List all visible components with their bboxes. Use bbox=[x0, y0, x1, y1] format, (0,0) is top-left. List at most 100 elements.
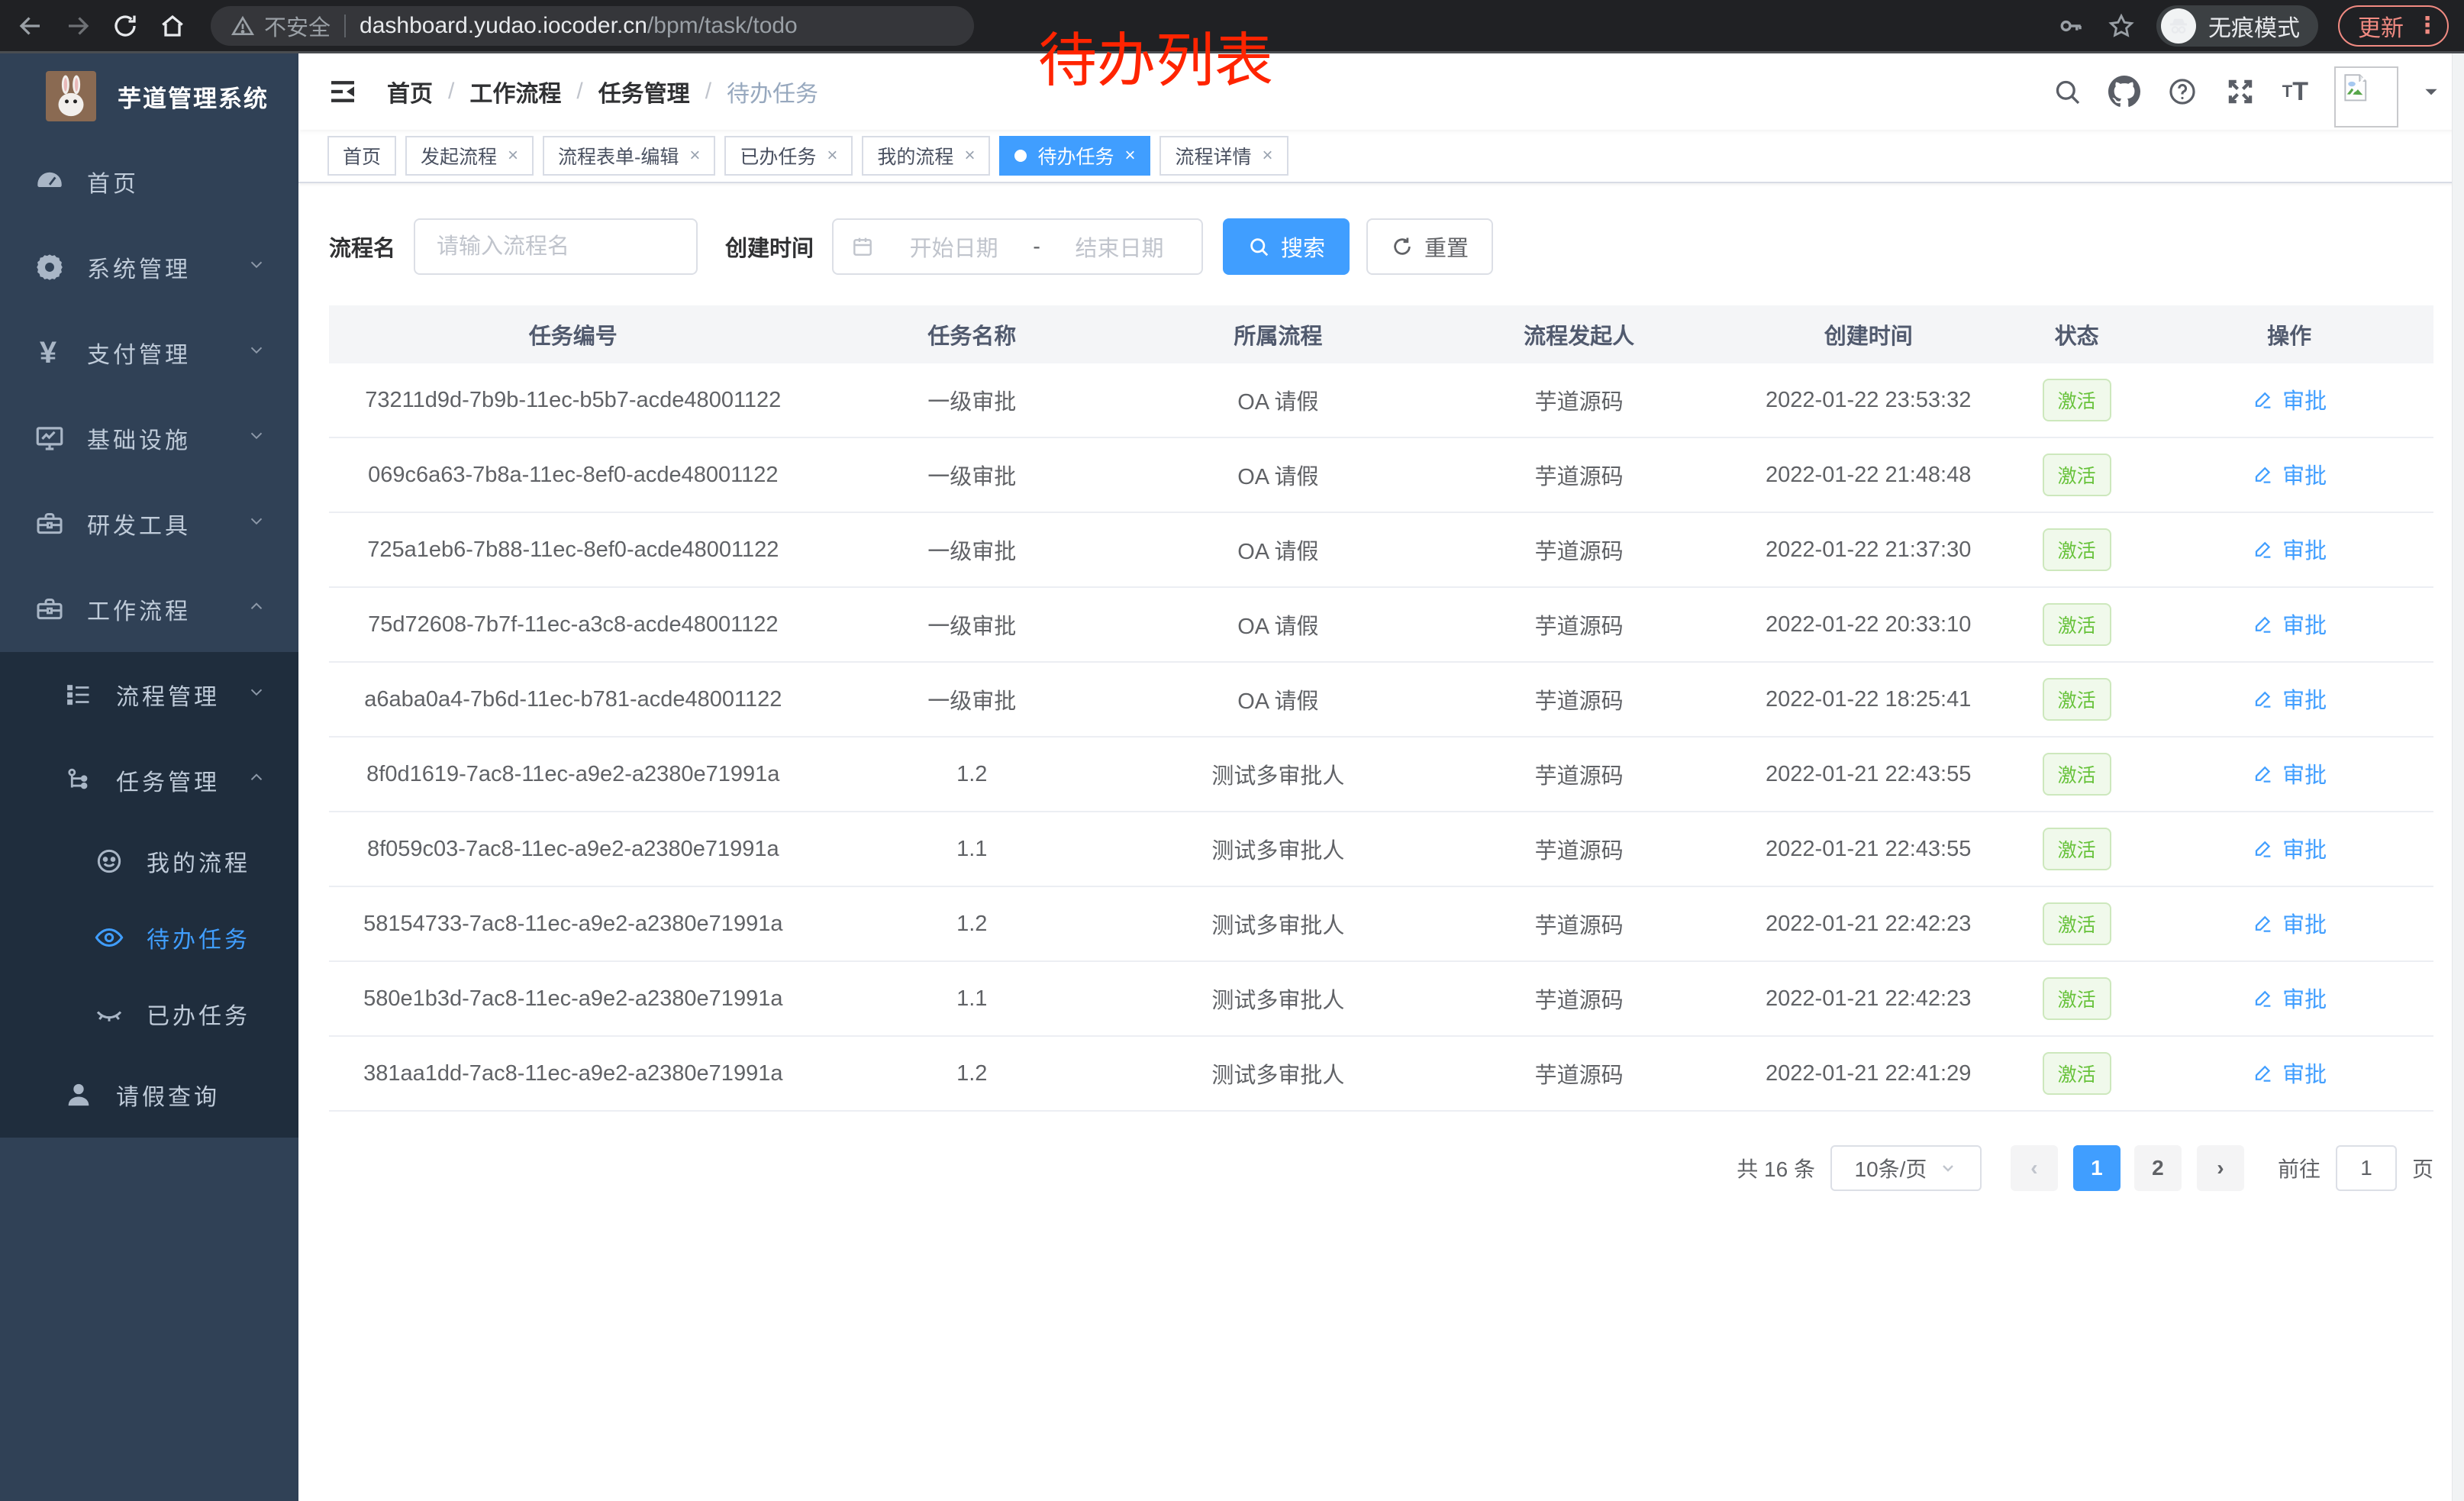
tab-close-icon[interactable]: × bbox=[1124, 145, 1135, 166]
total-count: 共 16 条 bbox=[1737, 1153, 1815, 1183]
approve-link[interactable]: 审批 bbox=[2252, 383, 2327, 415]
cell-task-id: 73211d9d-7b9b-11ec-b5b7-acde48001122 bbox=[329, 388, 818, 413]
table-row-3: 75d72608-7b7f-11ec-a3c8-acde48001122一级审批… bbox=[329, 588, 2433, 663]
approve-link[interactable]: 审批 bbox=[2252, 1057, 2327, 1089]
breadcrumb-item-2[interactable]: 任务管理 bbox=[598, 75, 690, 108]
cell-task-name: 1.1 bbox=[818, 986, 1127, 1012]
search-button[interactable]: 搜索 bbox=[1223, 218, 1350, 275]
approve-link[interactable]: 审批 bbox=[2252, 982, 2327, 1014]
not-secure-warning-icon[interactable] bbox=[231, 14, 255, 38]
sidebar-item-10[interactable]: 已办任务 bbox=[0, 976, 298, 1052]
tab-close-icon[interactable]: × bbox=[1263, 145, 1273, 166]
cell-task-name: 一级审批 bbox=[818, 534, 1127, 566]
sidebar-item-8[interactable]: 我的流程 bbox=[0, 823, 298, 899]
browser-menu-icon[interactable]: ⋮ bbox=[2416, 12, 2440, 39]
sidebar-item-1[interactable]: 系统管理 bbox=[0, 224, 298, 310]
breadcrumb-item-1[interactable]: 工作流程 bbox=[469, 75, 561, 108]
approve-link-label: 审批 bbox=[2282, 832, 2327, 864]
sidebar-item-7[interactable]: 任务管理 bbox=[0, 738, 298, 823]
tab-close-icon[interactable]: × bbox=[964, 145, 975, 166]
tab-6[interactable]: 流程详情 × bbox=[1159, 136, 1288, 176]
sidebar-item-6[interactable]: 流程管理 bbox=[0, 652, 298, 738]
cell-process: OA 请假 bbox=[1127, 384, 1430, 416]
avatar[interactable] bbox=[2334, 66, 2398, 128]
github-icon[interactable] bbox=[2108, 76, 2140, 108]
cell-process: OA 请假 bbox=[1127, 683, 1430, 715]
sidebar-item-0[interactable]: 首页 bbox=[0, 139, 298, 224]
forward-icon[interactable] bbox=[63, 11, 93, 41]
table-header-row: 任务编号任务名称所属流程流程发起人创建时间状态操作 bbox=[329, 305, 2433, 363]
breadcrumb-item-0[interactable]: 首页 bbox=[387, 75, 433, 108]
approve-link[interactable]: 审批 bbox=[2252, 683, 2327, 715]
start-date-placeholder: 开始日期 bbox=[889, 231, 1019, 263]
fullscreen-icon[interactable] bbox=[2224, 76, 2256, 108]
text-size-icon[interactable]: TT bbox=[2282, 79, 2308, 105]
approve-link[interactable]: 审批 bbox=[2252, 907, 2327, 939]
tab-1[interactable]: 发起流程× bbox=[405, 136, 534, 176]
caret-down-icon[interactable] bbox=[2421, 82, 2441, 102]
page-button-2[interactable]: 2 bbox=[2134, 1145, 2182, 1191]
reset-button[interactable]: 重置 bbox=[1366, 218, 1493, 275]
sidebar-item-4[interactable]: 研发工具 bbox=[0, 481, 298, 567]
tab-5[interactable]: 待办任务× bbox=[999, 136, 1150, 176]
approve-link[interactable]: 审批 bbox=[2252, 608, 2327, 640]
browser-scrollbar[interactable] bbox=[2452, 53, 2464, 1501]
logo-row[interactable]: 芋道管理系统 bbox=[0, 53, 298, 139]
page-buttons: 12 bbox=[2073, 1145, 2182, 1191]
page-size-select[interactable]: 10条/页 bbox=[1830, 1145, 1982, 1191]
process-name-input[interactable] bbox=[414, 218, 698, 275]
task-table: 任务编号任务名称所属流程流程发起人创建时间状态操作 73211d9d-7b9b-… bbox=[329, 305, 2433, 1112]
update-button[interactable]: 更新 ⋮ bbox=[2338, 5, 2449, 47]
url-host[interactable]: dashboard.yudao.iocoder.cn bbox=[360, 13, 647, 39]
back-icon[interactable] bbox=[15, 11, 46, 41]
sidebar-item-2[interactable]: ¥支付管理 bbox=[0, 310, 298, 395]
sidebar-item-9[interactable]: 待办任务 bbox=[0, 899, 298, 976]
tab-4[interactable]: 我的流程× bbox=[862, 136, 990, 176]
chevron-down-icon bbox=[247, 425, 266, 451]
cell-status: 激活 bbox=[2008, 1052, 2145, 1095]
cell-process: 测试多审批人 bbox=[1127, 983, 1430, 1015]
tab-2[interactable]: 流程表单-编辑 × bbox=[543, 136, 715, 176]
approve-link[interactable]: 审批 bbox=[2252, 533, 2327, 565]
page-button-1[interactable]: 1 bbox=[2073, 1145, 2121, 1191]
url-path[interactable]: /bpm/task/todo bbox=[647, 13, 798, 39]
tab-close-icon[interactable]: × bbox=[689, 145, 700, 166]
date-range-picker[interactable]: 开始日期 - 结束日期 bbox=[832, 218, 1203, 275]
bookmark-star-icon[interactable] bbox=[2106, 11, 2137, 41]
goto-page-input[interactable] bbox=[2336, 1145, 2397, 1191]
sidebar-item-3[interactable]: 基础设施 bbox=[0, 395, 298, 481]
tab-label: 流程表单-编辑 bbox=[558, 142, 679, 169]
next-page-button[interactable]: › bbox=[2197, 1145, 2244, 1191]
sidebar-item-label: 基础设施 bbox=[87, 421, 247, 455]
cell-task-id: 580e1b3d-7ac8-11ec-a9e2-a2380e71991a bbox=[329, 986, 818, 1012]
sidebar-collapse-icon[interactable] bbox=[327, 76, 358, 107]
approve-link[interactable]: 审批 bbox=[2252, 458, 2327, 490]
active-tab-dot bbox=[1014, 150, 1027, 162]
prev-page-button[interactable]: ‹ bbox=[2011, 1145, 2058, 1191]
approve-link[interactable]: 审批 bbox=[2252, 832, 2327, 864]
tab-close-icon[interactable]: × bbox=[508, 145, 518, 166]
cell-action: 审批 bbox=[2145, 1057, 2433, 1090]
cell-created: 2022-01-22 21:37:30 bbox=[1728, 537, 2008, 563]
tab-0[interactable]: 首页 bbox=[327, 136, 396, 176]
key-icon[interactable] bbox=[2056, 11, 2086, 41]
sidebar-item-label: 任务管理 bbox=[116, 763, 247, 797]
search-icon[interactable] bbox=[2052, 76, 2082, 107]
chevron-up-icon bbox=[247, 596, 266, 622]
sidebar-item-11[interactable]: 请假查询 bbox=[0, 1052, 298, 1138]
approve-link[interactable]: 审批 bbox=[2252, 757, 2327, 789]
security-label[interactable]: 不安全 bbox=[264, 10, 331, 42]
tab-3[interactable]: 已办任务× bbox=[724, 136, 853, 176]
url-bar[interactable]: 不安全 dashboard.yudao.iocoder.cn/bpm/task/… bbox=[211, 6, 974, 46]
reload-icon[interactable] bbox=[110, 11, 140, 41]
help-icon[interactable] bbox=[2166, 76, 2198, 108]
approve-link-label: 审批 bbox=[2282, 608, 2327, 640]
tab-label: 首页 bbox=[343, 142, 381, 169]
home-icon[interactable] bbox=[157, 11, 188, 41]
tab-label: 流程详情 bbox=[1175, 142, 1251, 169]
tab-close-icon[interactable]: × bbox=[827, 145, 837, 166]
sidebar-item-5[interactable]: 工作流程 bbox=[0, 567, 298, 652]
pagination: 共 16 条 10条/页 ‹ 12 › 前往 页 bbox=[329, 1145, 2433, 1191]
table-row-8: 580e1b3d-7ac8-11ec-a9e2-a2380e71991a1.1测… bbox=[329, 962, 2433, 1037]
sidebar-item-label: 研发工具 bbox=[87, 507, 247, 541]
